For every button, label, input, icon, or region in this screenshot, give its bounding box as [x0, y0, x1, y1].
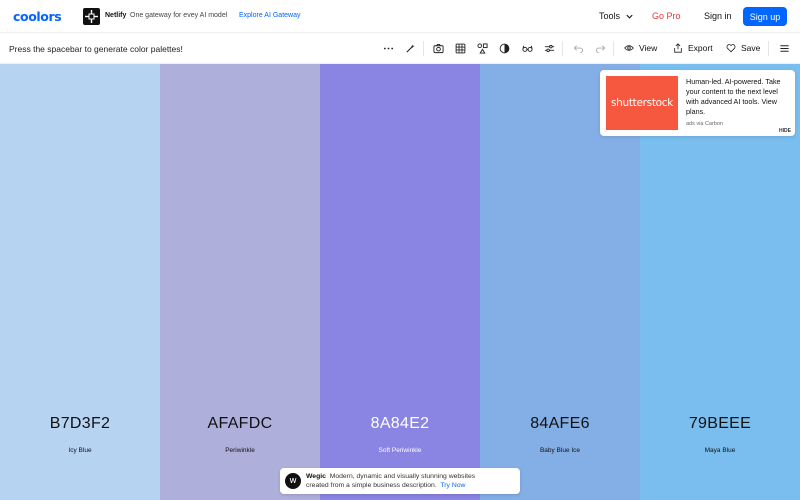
- wegic-text-1: Modern, dynamic and visually stunning we…: [329, 473, 476, 480]
- grid-icon[interactable]: [455, 43, 466, 54]
- carbon-ad-text[interactable]: Human-led. AI-powered. Take your content…: [686, 77, 790, 117]
- toolbar-divider: [423, 41, 424, 56]
- more-icon[interactable]: [383, 43, 394, 54]
- top-bar: coolors Netlify One gateway for evey AI …: [0, 0, 800, 33]
- color-hex[interactable]: B7D3F2: [0, 415, 160, 433]
- shapes-icon[interactable]: [477, 43, 488, 54]
- color-name[interactable]: Periwinkle: [160, 447, 320, 454]
- adjust-icon[interactable]: [544, 43, 555, 54]
- toolbar-divider: [613, 41, 614, 56]
- sign-in-link[interactable]: Sign in: [704, 11, 732, 21]
- undo-icon[interactable]: [573, 43, 584, 54]
- color-hex[interactable]: AFAFDC: [160, 415, 320, 433]
- redo-icon[interactable]: [595, 43, 606, 54]
- carbon-ad[interactable]: shutterstock Human-led. AI-powered. Take…: [600, 70, 795, 136]
- eye-icon: [624, 45, 634, 51]
- tools-menu-button[interactable]: Tools: [599, 11, 634, 21]
- try-now-link[interactable]: Try Now: [440, 482, 465, 489]
- wegic-logo-icon: w: [285, 473, 301, 489]
- color-swatch[interactable]: B7D3F2 Icy Blue: [0, 64, 160, 500]
- glasses-icon[interactable]: [522, 43, 533, 54]
- toolbar-divider: [768, 41, 769, 56]
- heart-icon: [726, 44, 736, 53]
- camera-icon[interactable]: [433, 43, 444, 54]
- color-swatch[interactable]: 8A84E2 Soft Periwinkle: [320, 64, 480, 500]
- generate-hint: Press the spacebar to generate color pal…: [9, 44, 183, 54]
- color-swatch[interactable]: AFAFDC Periwinkle: [160, 64, 320, 500]
- magic-icon[interactable]: [405, 43, 416, 54]
- toolbar-divider: [562, 41, 563, 56]
- shutterstock-logo-text: shutterstock: [610, 97, 674, 109]
- export-label: Export: [688, 43, 713, 53]
- netlify-logo-icon[interactable]: [83, 8, 100, 25]
- ad-link[interactable]: Explore AI Gateway: [239, 12, 300, 19]
- shutterstock-logo[interactable]: shutterstock: [606, 76, 678, 130]
- sign-up-button[interactable]: Sign up: [743, 7, 787, 26]
- wegic-brand: Wegic: [306, 473, 326, 480]
- color-hex[interactable]: 8A84E2: [320, 415, 480, 433]
- color-name[interactable]: Soft Periwinkle: [320, 447, 480, 454]
- tools-label: Tools: [599, 11, 621, 21]
- carbon-via[interactable]: ads via Carbon: [686, 121, 723, 127]
- coolors-logo[interactable]: coolors: [13, 9, 62, 24]
- wegic-text-2: created from a simple business descripti…: [306, 482, 437, 489]
- menu-icon[interactable]: [779, 43, 790, 54]
- color-name[interactable]: Maya Blue: [640, 447, 800, 454]
- ad-text[interactable]: One gateway for evey AI model: [130, 12, 227, 19]
- save-label: Save: [741, 43, 761, 53]
- view-button[interactable]: View: [624, 43, 657, 53]
- wegic-ad[interactable]: w Wegic Modern, dynamic and visually stu…: [280, 468, 520, 494]
- color-hex[interactable]: 79BEEE: [640, 415, 800, 433]
- contrast-icon[interactable]: [499, 43, 510, 54]
- view-label: View: [639, 43, 658, 53]
- save-button[interactable]: Save: [726, 43, 760, 53]
- chevron-down-icon: [626, 14, 633, 19]
- ad-brand[interactable]: Netlify: [105, 12, 126, 19]
- color-name[interactable]: Baby Blue Ice: [480, 447, 640, 454]
- wegic-ad-line1: Wegic Modern, dynamic and visually stunn…: [306, 473, 475, 480]
- wegic-ad-line2: created from a simple business descripti…: [306, 482, 465, 489]
- color-hex[interactable]: 84AFE6: [480, 415, 640, 433]
- share-icon: [674, 43, 682, 53]
- go-pro-link[interactable]: Go Pro: [652, 11, 681, 21]
- export-button[interactable]: Export: [673, 43, 713, 53]
- color-name[interactable]: Icy Blue: [0, 447, 160, 454]
- hide-ad-button[interactable]: HIDE: [779, 128, 791, 134]
